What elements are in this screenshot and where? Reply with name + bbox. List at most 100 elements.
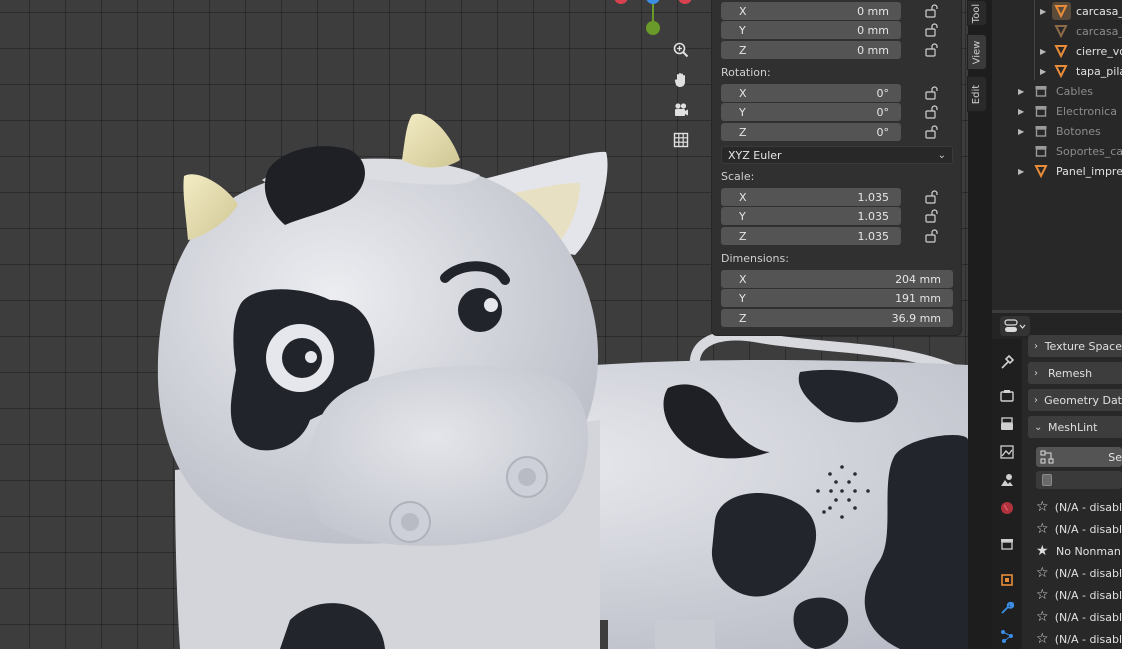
unlock-icon[interactable] (924, 43, 940, 57)
unlock-icon[interactable] (924, 229, 940, 243)
outliner-item-label: Panel_impres (1056, 164, 1122, 178)
expand-arrow-icon[interactable]: ▶ (1040, 47, 1046, 56)
rotation-z-field[interactable]: Z 0° (721, 123, 901, 141)
field-value: 1.035 (857, 190, 890, 204)
field-value: 0° (876, 125, 890, 139)
panel-texture-space[interactable]: › Texture Space (1028, 335, 1122, 357)
meshlint-item[interactable]: ☆ (N/A - disabl (1036, 585, 1122, 605)
dimensions-x-field[interactable]: X 204 mm (721, 270, 953, 288)
star-outline-icon: ☆ (1036, 587, 1049, 603)
expand-arrow-icon[interactable]: ▶ (1040, 67, 1046, 76)
dimensions-x-row: X 204 mm (721, 270, 956, 288)
editor-type-button[interactable] (1000, 316, 1030, 336)
object-icon[interactable] (998, 571, 1016, 589)
meshlint-item[interactable]: ☆ (N/A - disabl (1036, 629, 1122, 649)
rotation-y-field[interactable]: Y 0° (721, 103, 901, 121)
outliner-item[interactable]: Soportes_car (992, 141, 1122, 161)
rotation-x-field[interactable]: X 0° (721, 84, 901, 102)
unlock-icon[interactable] (924, 105, 940, 119)
outliner-item[interactable]: carcasa_a (992, 21, 1122, 41)
properties-editor: › Texture Space › Remesh › Geometry Dat ⌄ Me… (992, 313, 1122, 649)
field-value: 1.035 (857, 209, 890, 223)
meshlint-item[interactable]: ★ No Nonman (1036, 541, 1122, 561)
unlock-icon[interactable] (924, 190, 940, 204)
unlock-icon[interactable] (924, 23, 940, 37)
outliner-item[interactable]: ▶ Cables (992, 81, 1122, 101)
location-y-field[interactable]: Y 0 mm (721, 21, 901, 39)
3d-viewport[interactable]: X0 mm Y0 mm Z0 mm Rotation: X 0° Y 0° Z 0° … (0, 0, 968, 649)
meshlint-item[interactable]: ☆ (N/A - disabl (1036, 519, 1122, 539)
field-value: 0 mm (857, 43, 889, 57)
tool-settings-icon[interactable] (998, 353, 1016, 371)
scale-y-field[interactable]: Y 1.035 (721, 207, 901, 225)
output-icon[interactable] (998, 415, 1016, 433)
dimensions-y-field[interactable]: Y 191 mm (721, 289, 953, 307)
view-layer-icon[interactable] (998, 443, 1016, 461)
render-icon[interactable] (998, 387, 1016, 405)
panel-meshlint[interactable]: ⌄ MeshLint (1028, 416, 1122, 438)
outliner-item[interactable]: ▶ Botones (992, 121, 1122, 141)
expand-arrow-icon[interactable]: ▶ (1018, 167, 1024, 176)
hand-pan-icon[interactable] (668, 67, 694, 93)
unlock-icon[interactable] (924, 86, 940, 100)
rotation-label: Rotation: (721, 66, 771, 79)
outliner-item[interactable]: ▶ cierre_vol (992, 41, 1122, 61)
select-button[interactable]: Se (1036, 447, 1122, 467)
panel-remesh[interactable]: › Remesh (1028, 362, 1122, 384)
location-z-row: Z 0 mm (721, 41, 956, 59)
expand-arrow-icon[interactable]: ▶ (1040, 7, 1046, 16)
panel-geometry-data[interactable]: › Geometry Dat (1028, 389, 1122, 411)
location-z-field[interactable]: Z 0 mm (721, 41, 901, 59)
tab-view-label: View (971, 40, 983, 64)
scene-icon[interactable] (998, 471, 1016, 489)
outliner-item[interactable]: ▶ tapa_pila (992, 61, 1122, 81)
location-x-field[interactable]: X 0 mm (721, 2, 901, 20)
camera-icon[interactable] (668, 97, 694, 123)
tab-tool[interactable]: Tool (967, 0, 987, 26)
tab-edit[interactable]: Edit (967, 76, 987, 112)
toggle-field[interactable] (1036, 471, 1122, 489)
expand-arrow-icon[interactable]: ▶ (1018, 127, 1024, 136)
dimensions-z-field[interactable]: Z 36.9 mm (721, 309, 953, 327)
grid-ortho-icon[interactable] (668, 127, 694, 153)
outliner-item-label: Botones (1056, 124, 1101, 138)
axis-label: X (739, 86, 747, 100)
outliner-item[interactable]: ▶ Panel_impres (992, 161, 1122, 181)
outliner-item-label: carcasa_a (1076, 24, 1122, 38)
scale-x-field[interactable]: X 1.035 (721, 188, 901, 206)
tab-edit-label: Edit (971, 84, 983, 104)
world-icon[interactable] (998, 499, 1016, 517)
meshlint-item[interactable]: ☆ (N/A - disabl (1036, 563, 1122, 583)
meshlint-item-label: (N/A - disabl (1054, 610, 1122, 624)
navigation-gizmo[interactable] (605, 0, 700, 42)
outliner-item-label: Cables (1056, 84, 1093, 98)
outliner-item[interactable]: ▶ Electronica (992, 101, 1122, 121)
outliner-item[interactable]: ▶ carcasa_a (992, 1, 1122, 21)
transform-panel: X0 mm Y0 mm Z0 mm Rotation: X 0° Y 0° Z 0° … (711, 0, 962, 336)
particles-icon[interactable] (998, 627, 1016, 645)
expand-arrow-icon[interactable]: ▶ (1018, 107, 1024, 116)
properties-editor-icon (1004, 319, 1026, 332)
star-outline-icon: ☆ (1036, 521, 1049, 537)
expand-arrow-icon[interactable]: ▶ (1018, 87, 1024, 96)
meshlint-item[interactable]: ☆ (N/A - disabl (1036, 607, 1122, 627)
dimensions-y-row: Y 191 mm (721, 289, 956, 307)
collection-box-icon (1035, 106, 1047, 117)
scale-z-field[interactable]: Z 1.035 (721, 227, 901, 245)
rotation-mode-value: XYZ Euler (728, 148, 782, 162)
tab-view[interactable]: View (967, 34, 987, 70)
modifier-wrench-icon[interactable] (998, 599, 1016, 617)
dimensions-z-row: Z 36.9 mm (721, 309, 956, 327)
unlock-icon[interactable] (924, 209, 940, 223)
zoom-icon[interactable] (668, 37, 694, 63)
collection-icon[interactable] (998, 535, 1016, 553)
meshlint-item[interactable]: ☆ (N/A - disabl (1036, 497, 1122, 517)
rotation-mode-select[interactable]: XYZ Euler ⌄ (721, 146, 953, 164)
outliner: ▶ carcasa_a carcasa_a ▶ cierre_vol ▶ tap… (992, 0, 1122, 310)
panel-title: Texture Space (1044, 339, 1122, 353)
unlock-icon[interactable] (924, 4, 940, 18)
mesh-triangle-icon (1054, 5, 1068, 18)
chevron-down-icon: ⌄ (1034, 421, 1043, 433)
unlock-icon[interactable] (924, 125, 940, 139)
scale-x-row: X 1.035 (721, 188, 956, 206)
